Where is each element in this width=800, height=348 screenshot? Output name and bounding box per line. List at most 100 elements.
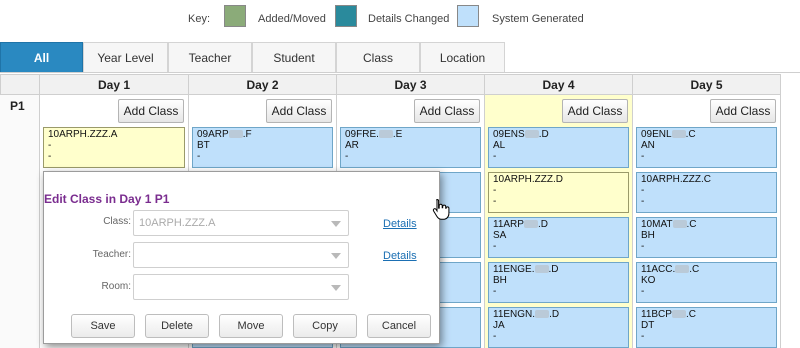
key-swatch-added	[224, 5, 246, 27]
add-class-button[interactable]: Add Class	[118, 99, 184, 123]
redacted-block	[523, 220, 538, 228]
class-card[interactable]: 11ENGN. .D JA -	[488, 307, 629, 348]
day-4-cell: Add Class 09ENS .D AL - 10ARPH.ZZZ.D - - …	[485, 95, 633, 348]
class-card[interactable]: 09FRE. .E AR -	[340, 127, 481, 168]
redacted-block	[378, 130, 393, 138]
chevron-down-icon	[331, 221, 341, 227]
move-button[interactable]: Move	[219, 314, 283, 338]
class-room: -	[641, 151, 645, 162]
class-teacher: BH	[641, 230, 655, 241]
room-field-label: Room:	[101, 281, 131, 292]
class-room: -	[493, 241, 497, 252]
save-button[interactable]: Save	[71, 314, 135, 338]
class-card[interactable]: 10ARPH.ZZZ.D - -	[488, 172, 629, 213]
day-header-1: Day 1	[40, 74, 189, 95]
class-code: 09FRE. .E	[345, 129, 403, 140]
copy-button[interactable]: Copy	[293, 314, 357, 338]
edit-class-dialog: Edit Class in Day 1 P1 Class: 10ARPH.ZZZ…	[43, 171, 440, 344]
class-teacher: BT	[197, 140, 210, 151]
tab-all[interactable]: All	[0, 42, 83, 72]
class-details-link[interactable]: Details	[383, 218, 417, 230]
class-card[interactable]: 10ARPH.ZZZ.C - -	[636, 172, 777, 213]
class-card[interactable]: 09ENS .D AL -	[488, 127, 629, 168]
class-teacher: -	[48, 140, 52, 151]
tab-student[interactable]: Student	[252, 42, 336, 72]
add-class-button[interactable]: Add Class	[710, 99, 776, 123]
teacher-select[interactable]	[133, 242, 349, 268]
class-room: -	[493, 196, 497, 207]
key-text-system: System Generated	[492, 13, 584, 25]
key-swatch-system	[457, 5, 479, 27]
class-code: 11ARP .D	[493, 219, 548, 230]
class-code: 10ARPH.ZZZ.A	[48, 129, 118, 140]
key-text-added: Added/Moved	[258, 13, 326, 25]
key-text-details: Details Changed	[368, 13, 450, 25]
day-header-4: Day 4	[485, 74, 633, 95]
redacted-block	[672, 220, 687, 228]
class-code: 10ARPH.ZZZ.C	[641, 174, 712, 185]
tab-class[interactable]: Class	[336, 42, 420, 72]
day-header-5: Day 5	[633, 74, 781, 95]
class-room: -	[493, 151, 497, 162]
class-teacher: DT	[641, 320, 655, 331]
key-label: Key:	[188, 13, 211, 25]
class-room: -	[493, 331, 497, 342]
tab-location[interactable]: Location	[420, 42, 505, 72]
redacted-block	[535, 310, 550, 318]
redacted-block	[671, 310, 686, 318]
class-card[interactable]: 11ARP .D SA -	[488, 217, 629, 258]
class-teacher: BH	[493, 275, 507, 286]
dialog-title: Edit Class in Day 1 P1	[44, 192, 170, 206]
class-card[interactable]: 11BCP .C DT -	[636, 307, 777, 348]
teacher-field-label: Teacher:	[92, 249, 131, 260]
teacher-details-link[interactable]: Details	[383, 250, 417, 262]
class-teacher: AN	[641, 140, 655, 151]
class-room: -	[641, 241, 645, 252]
tab-year-level[interactable]: Year Level	[83, 42, 168, 72]
day-header-3: Day 3	[337, 74, 485, 95]
class-code: 11ENGE. .D	[493, 264, 559, 275]
class-select-value: 10ARPH.ZZZ.A	[139, 217, 216, 229]
period-row-label: P1	[0, 95, 40, 348]
class-code: 11BCP .C	[641, 309, 696, 320]
cancel-button[interactable]: Cancel	[367, 314, 431, 338]
class-teacher: -	[493, 185, 497, 196]
class-room: -	[493, 286, 497, 297]
class-card[interactable]: 10ARPH.ZZZ.A - -	[43, 127, 185, 168]
class-select[interactable]: 10ARPH.ZZZ.A	[133, 210, 349, 236]
grid-corner	[0, 74, 40, 95]
room-select[interactable]	[133, 274, 349, 300]
class-card[interactable]: 11ACC. .C KO -	[636, 262, 777, 303]
class-code: 09ENS .D	[493, 129, 549, 140]
class-teacher: JA	[493, 320, 505, 331]
add-class-button[interactable]: Add Class	[562, 99, 628, 123]
chevron-down-icon	[331, 285, 341, 291]
period-label: P1	[10, 99, 25, 113]
class-code: 11ACC. .C	[641, 264, 700, 275]
delete-button[interactable]: Delete	[145, 314, 209, 338]
redacted-block	[671, 130, 686, 138]
class-code: 10MAT .C	[641, 219, 697, 230]
class-card[interactable]: 11ENGE. .D BH -	[488, 262, 629, 303]
add-class-button[interactable]: Add Class	[266, 99, 332, 123]
day-5-cell: Add Class 09ENL .C AN - 10ARPH.ZZZ.C - - …	[633, 95, 781, 348]
class-card[interactable]: 09ARP .F BT -	[192, 127, 333, 168]
class-teacher: AR	[345, 140, 359, 151]
add-class-button[interactable]: Add Class	[414, 99, 480, 123]
class-teacher: KO	[641, 275, 656, 286]
hand-cursor-icon	[432, 198, 450, 220]
class-card[interactable]: 09ENL .C AN -	[636, 127, 777, 168]
class-room: -	[345, 151, 349, 162]
redacted-block	[534, 265, 549, 273]
class-teacher: AL	[493, 140, 506, 151]
class-room: -	[197, 151, 201, 162]
redacted-block	[524, 130, 539, 138]
class-room: -	[641, 286, 645, 297]
chevron-down-icon	[331, 253, 341, 259]
redacted-block	[675, 265, 690, 273]
tab-teacher[interactable]: Teacher	[168, 42, 252, 72]
class-teacher: -	[641, 185, 645, 196]
redacted-block	[228, 130, 243, 138]
key-swatch-details	[335, 5, 357, 27]
class-card[interactable]: 10MAT .C BH -	[636, 217, 777, 258]
